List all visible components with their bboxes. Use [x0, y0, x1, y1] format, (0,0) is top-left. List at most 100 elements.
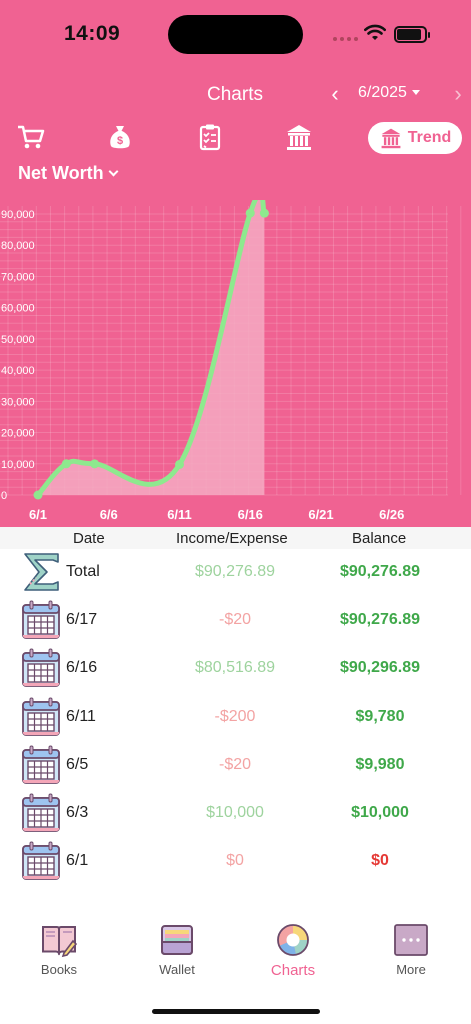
- tab-charts-label: Charts: [270, 962, 316, 979]
- calendar-icon: [22, 600, 60, 640]
- chart-data-point: [175, 459, 184, 469]
- x-tick-label: 6/16: [238, 507, 263, 522]
- table-row[interactable]: 6/16 $80,516.89 $90,296.89: [0, 645, 471, 693]
- y-tick-label: 10,000: [1, 459, 35, 471]
- tab-books-label: Books: [40, 962, 78, 977]
- caret-down-icon: [411, 90, 420, 96]
- net-worth-chart: 0 10,000 20,000 30,000 40,000 50,000 60,000 70,…: [0, 200, 462, 522]
- table-row[interactable]: 6/11 -$200 $9,780: [0, 694, 471, 742]
- more-icon: [394, 924, 428, 956]
- chart-data-point: [33, 490, 43, 500]
- chart-data-point: [90, 459, 100, 469]
- home-indicator: [152, 1009, 320, 1014]
- row-date: 6/3: [66, 804, 89, 821]
- wifi-icon: [364, 24, 386, 40]
- signal-dots-icon: [333, 37, 358, 41]
- clipboard-icon[interactable]: [195, 122, 225, 152]
- row-date: 6/1: [66, 852, 89, 870]
- calendar-icon: [22, 648, 60, 688]
- table-row[interactable]: Total $90,276.89 $90,276.89: [0, 549, 471, 597]
- tab-books[interactable]: Books: [14, 922, 104, 977]
- next-month-button[interactable]: ›: [448, 82, 468, 106]
- y-tick-label: 50,000: [1, 334, 35, 346]
- chevron-down-icon: [108, 166, 119, 177]
- row-income-expense: -$20: [218, 755, 252, 773]
- y-tick-label: 90,000: [1, 209, 35, 221]
- month-selector[interactable]: 6/2025: [358, 84, 420, 102]
- bank-icon[interactable]: [284, 122, 314, 152]
- table-row[interactable]: 6/17 -$20 $90,276.89: [0, 597, 471, 645]
- x-tick-label: 6/26: [379, 507, 404, 522]
- status-bar: 14:09: [0, 0, 471, 70]
- row-date: 6/17: [66, 611, 98, 629]
- calendar-icon: [22, 841, 60, 881]
- month-label: 6/2025: [358, 84, 407, 101]
- row-date: 6/16: [66, 659, 98, 677]
- x-tick-label: 6/21: [308, 507, 333, 522]
- y-tick-label: 80,000: [1, 240, 35, 252]
- row-balance: $90,296.89: [339, 659, 421, 677]
- tab-more-label: More: [396, 962, 426, 977]
- wallet-icon: [161, 925, 193, 955]
- prev-month-button[interactable]: ‹: [325, 82, 345, 106]
- y-tick-label: 70,000: [1, 271, 35, 283]
- y-tick-label: 30,000: [1, 396, 35, 408]
- sigma-icon: [24, 553, 59, 591]
- row-balance: $9,980: [355, 755, 405, 773]
- row-income-expense: -$200: [214, 707, 256, 725]
- chart-data-point: [245, 208, 255, 218]
- chart-area-fill: [38, 200, 265, 495]
- header-balance: Balance: [352, 530, 407, 547]
- page-title: Charts: [207, 84, 263, 105]
- x-tick-label: 6/6: [100, 507, 118, 522]
- battery-icon: [394, 26, 430, 43]
- money-bag-icon[interactable]: $: [105, 122, 135, 152]
- y-tick-label: 40,000: [1, 365, 35, 377]
- x-tick-label: 6/11: [167, 507, 192, 522]
- chart-data-point: [259, 208, 269, 218]
- pie-chart-icon: [277, 924, 309, 956]
- calendar-icon: [22, 697, 60, 736]
- tab-charts[interactable]: Charts: [248, 922, 338, 979]
- row-balance: $0: [371, 852, 389, 870]
- row-balance: $90,276.89: [339, 563, 421, 580]
- tab-trend[interactable]: Trend: [368, 122, 462, 154]
- calendar-icon: [22, 745, 60, 784]
- calendar-icon: [22, 793, 60, 832]
- table-row[interactable]: 6/3 $10,000 $10,000: [0, 790, 471, 838]
- header-date: Date: [73, 530, 105, 547]
- bottom-tab-bar: Books Wallet Charts More: [0, 910, 471, 990]
- row-balance: $10,000: [351, 804, 409, 821]
- row-balance: $9,780: [355, 707, 405, 725]
- y-tick-label: 0: [1, 490, 7, 502]
- tab-trend-label: Trend: [407, 129, 452, 146]
- metric-selector[interactable]: Net Worth: [18, 163, 119, 184]
- row-income-expense: -$20: [218, 611, 252, 629]
- tab-wallet[interactable]: Wallet: [132, 922, 222, 977]
- row-income-expense: $90,276.89: [194, 563, 276, 580]
- svg-text:$: $: [117, 135, 123, 147]
- row-income-expense: $0: [226, 852, 244, 870]
- tab-wallet-label: Wallet: [159, 962, 195, 977]
- dynamic-island: [168, 15, 303, 54]
- book-icon: [42, 926, 78, 958]
- table-header: Date Income/Expense Balance: [0, 527, 471, 549]
- chart-data-point: [61, 459, 71, 469]
- tab-more[interactable]: More: [366, 922, 456, 977]
- y-tick-label: 60,000: [1, 303, 35, 315]
- row-income-expense: $80,516.89: [194, 659, 276, 677]
- row-date: 6/11: [66, 707, 96, 725]
- row-date: 6/5: [66, 755, 89, 773]
- row-balance: $90,276.89: [339, 611, 421, 629]
- table-row[interactable]: 6/1 $0 $0: [0, 838, 471, 886]
- row-income-expense: $10,000: [206, 804, 264, 821]
- y-tick-label: 20,000: [1, 428, 35, 440]
- bank-icon: [381, 128, 401, 149]
- cart-icon[interactable]: [16, 122, 46, 152]
- row-date: Total: [66, 563, 100, 580]
- table-row[interactable]: 6/5 -$20 $9,980: [0, 742, 471, 790]
- x-tick-label: 6/1: [29, 507, 47, 522]
- metric-label: Net Worth: [18, 163, 104, 183]
- header-income-expense: Income/Expense: [176, 530, 288, 547]
- status-time: 14:09: [64, 22, 121, 45]
